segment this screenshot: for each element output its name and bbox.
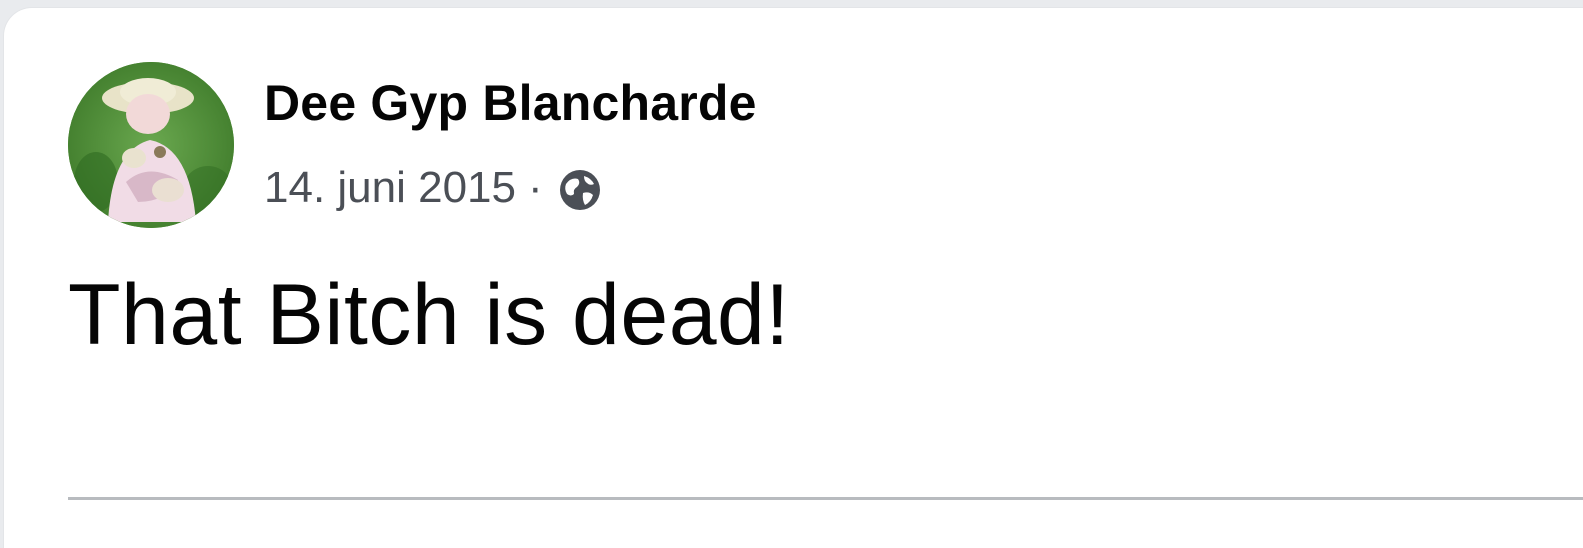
globe-icon[interactable]	[557, 167, 603, 213]
avatar-photo	[68, 62, 234, 228]
post-card: Dee Gyp Blancharde 14. juni 2015 · That …	[4, 8, 1583, 548]
post-meta: 14. juni 2015 ·	[264, 158, 603, 218]
divider	[68, 497, 1583, 500]
post-date[interactable]: 14. juni 2015	[264, 160, 516, 216]
avatar[interactable]	[68, 62, 234, 228]
author-name[interactable]: Dee Gyp Blancharde	[264, 73, 757, 133]
post-text: That Bitch is dead!	[68, 267, 790, 363]
meta-separator: ·	[528, 163, 543, 212]
